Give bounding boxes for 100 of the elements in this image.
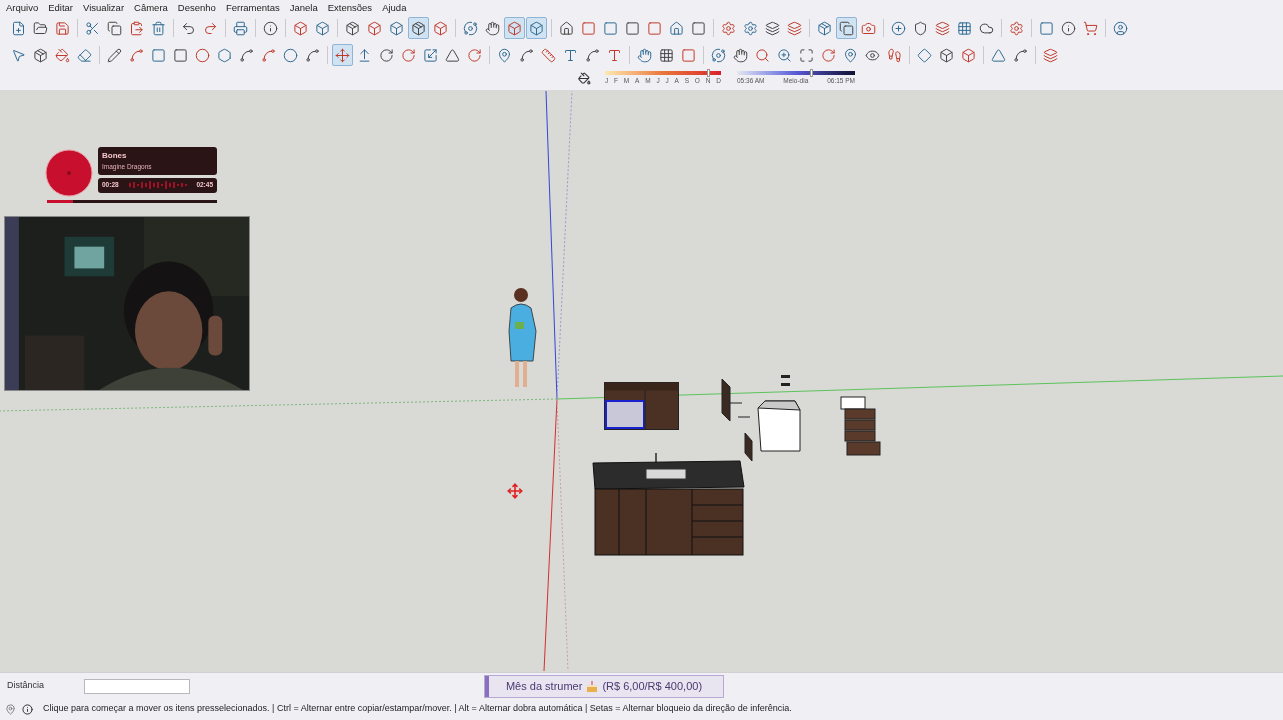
house-icon: [669, 20, 684, 36]
copy-icon: [839, 20, 854, 36]
measurement-field[interactable]: [84, 678, 190, 694]
info-icon[interactable]: [22, 703, 33, 715]
orbit-icon: [463, 20, 478, 36]
text-icon: [563, 47, 578, 63]
eraser-icon: [77, 47, 92, 63]
layers-icon: [787, 20, 802, 36]
move-icon: [335, 47, 350, 63]
slider-thumb[interactable]: [810, 69, 814, 78]
eye-icon: [865, 47, 880, 63]
cube-icon: [961, 47, 976, 63]
triangle-icon: [445, 47, 460, 63]
scissors-icon: [85, 20, 100, 36]
hexagon-icon: [217, 47, 232, 63]
toolbar-button[interactable]: [504, 17, 525, 39]
cube-icon: [529, 20, 544, 36]
cloud-icon: [979, 20, 994, 36]
time-slider[interactable]: [737, 71, 855, 76]
layers-icon: [1043, 47, 1058, 63]
scale-icon: [423, 47, 438, 63]
toolbar-button[interactable]: [526, 17, 547, 39]
cube-icon: [433, 20, 448, 36]
toolbar-button[interactable]: [836, 17, 857, 39]
slider-thumb[interactable]: [707, 69, 711, 78]
pin-icon: [497, 47, 512, 63]
song-title: Bones: [102, 150, 128, 162]
goal-label: Mês da strumer: [505, 678, 583, 694]
square-icon: [1039, 20, 1054, 36]
diamond-icon: [917, 47, 932, 63]
menu-item[interactable]: Desenho: [177, 0, 216, 16]
curve-icon: [1013, 47, 1028, 63]
square-icon: [581, 20, 596, 36]
curve-icon: [261, 47, 276, 63]
gear-icon: [721, 20, 736, 36]
cube-cabinet-drawing: [757, 400, 802, 452]
text-icon: [607, 47, 622, 63]
location-icon[interactable]: [5, 703, 16, 715]
layers-icon: [935, 20, 950, 36]
menu-item[interactable]: Janela: [289, 0, 318, 16]
square-icon: [691, 20, 706, 36]
grid-icon: [957, 20, 972, 36]
printer-icon: [233, 20, 248, 36]
info-icon: [1061, 20, 1076, 36]
cube-icon: [939, 47, 954, 63]
move-cursor-icon: [507, 483, 523, 499]
save-icon: [55, 20, 70, 36]
square-icon: [625, 20, 640, 36]
package-icon: [411, 20, 426, 36]
goal-amount: (R$ 6,00/R$ 400,00): [602, 678, 703, 694]
square-icon: [647, 20, 662, 36]
rotate-icon: [821, 47, 836, 63]
cube-icon: [293, 20, 308, 36]
trash-icon: [151, 20, 166, 36]
cake-icon: [586, 680, 599, 692]
package-icon: [33, 47, 48, 63]
grid-icon: [659, 47, 674, 63]
redo-icon: [203, 20, 218, 36]
waveform-drawing: [127, 181, 188, 190]
cube-icon: [315, 20, 330, 36]
push-pull-icon: [357, 47, 372, 63]
shield-icon: [913, 20, 928, 36]
orbit-icon: [711, 47, 726, 63]
toolbar-button[interactable]: [332, 44, 353, 66]
square-icon: [173, 47, 188, 63]
zoom-icon: [777, 47, 792, 63]
menu-item[interactable]: Editar: [48, 0, 74, 16]
pencil-icon: [107, 47, 122, 63]
shadow-icon: [578, 72, 591, 85]
toolbar-button[interactable]: [408, 17, 429, 39]
menu-item[interactable]: Ferramentas: [225, 0, 280, 16]
hand-icon: [485, 20, 500, 36]
search-icon: [755, 47, 770, 63]
curve-icon: [129, 47, 144, 63]
square-icon: [151, 47, 166, 63]
disc-icon: [45, 149, 93, 197]
menu-item[interactable]: Ajuda: [382, 0, 407, 16]
rotate-icon: [467, 47, 482, 63]
cube-icon: [507, 20, 522, 36]
curve-icon: [239, 47, 254, 63]
curve-icon: [305, 47, 320, 63]
cube-icon: [389, 20, 404, 36]
walk-icon: [887, 47, 902, 63]
rotate-icon: [379, 47, 394, 63]
copy-icon: [107, 20, 122, 36]
menu-item[interactable]: Visualizar: [83, 0, 125, 16]
pin-icon: [843, 47, 858, 63]
package-icon: [817, 20, 832, 36]
layers-icon: [765, 20, 780, 36]
circle-icon: [283, 47, 298, 63]
paint-bucket-icon: [55, 47, 70, 63]
status-text: Clique para começar a mover os itens presselecionados. | Ctrl = Alternar entre copiar/estampar/mover. | Alt = Alternar dobra automática | Setas = Alternar bloqueio da direção de inferência.: [43, 702, 792, 716]
plus-icon: [891, 20, 906, 36]
maximize-icon: [799, 47, 814, 63]
date-slider[interactable]: [605, 71, 721, 76]
menu-item[interactable]: Extensões: [327, 0, 373, 16]
house-icon: [559, 20, 574, 36]
menu-item[interactable]: Câmera: [134, 0, 168, 16]
menu-item[interactable]: Arquivo: [6, 0, 39, 16]
folder-icon: [33, 20, 48, 36]
